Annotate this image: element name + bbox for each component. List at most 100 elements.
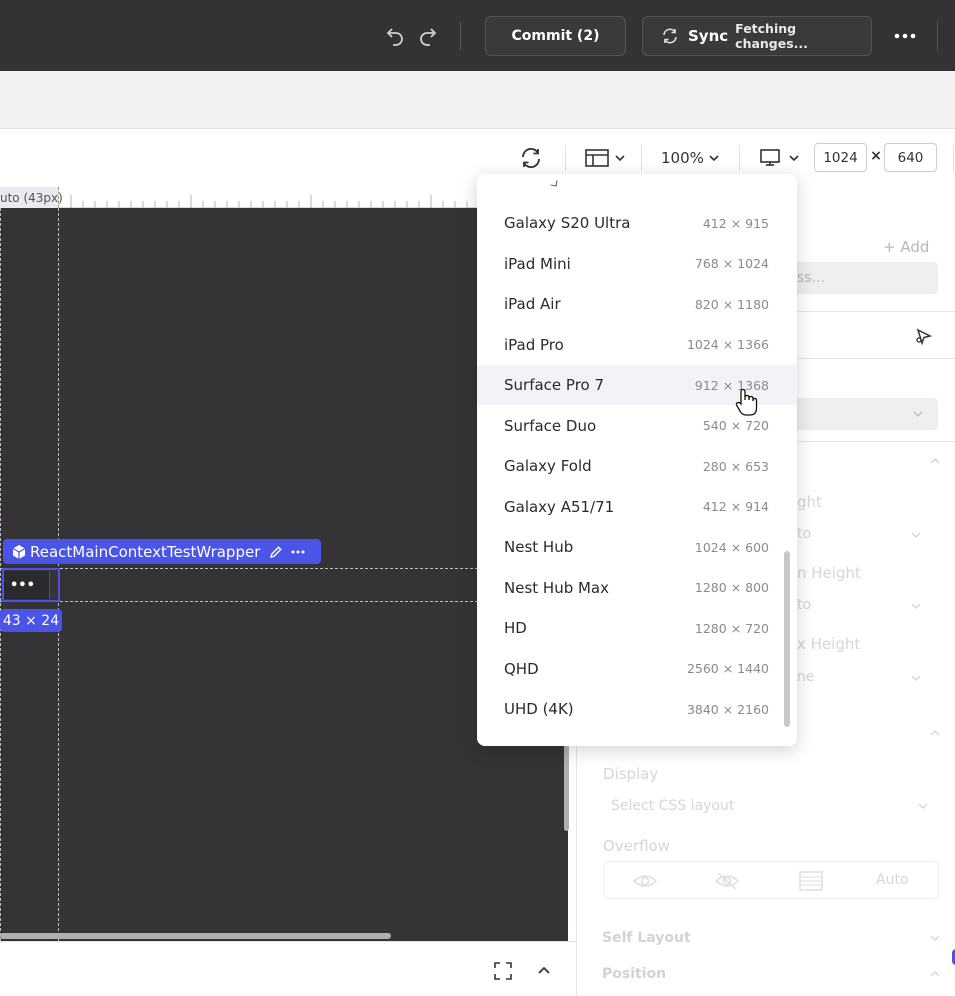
horizontal-scrollbar[interactable] — [0, 933, 391, 939]
top-bar: Commit (2) Sync Fetching changes... — [0, 0, 955, 71]
device-option[interactable]: Galaxy S20 Ultra 412 × 915 — [477, 203, 797, 243]
device-option[interactable]: QHD 2560 × 1440 — [477, 649, 797, 689]
size-badge: 43 × 24 — [0, 609, 62, 632]
device-option[interactable]: HD 1280 × 720 — [477, 608, 797, 648]
eye-off-icon[interactable] — [714, 871, 740, 891]
device-option[interactable]: Nest Hub 1024 × 600 — [477, 527, 797, 567]
divider — [937, 21, 938, 51]
commit-button[interactable]: Commit (2) — [485, 16, 626, 56]
refresh-icon[interactable] — [519, 146, 543, 170]
divider — [565, 145, 566, 171]
device-option-name: iPad Air — [504, 295, 561, 313]
self-layout-label[interactable]: Self Layout — [602, 930, 691, 946]
device-option[interactable]: Galaxy A51/71 412 × 914 — [477, 487, 797, 527]
overflow-segmented: Auto — [603, 861, 939, 899]
component-label: ReactMainContextTestWrapper — [30, 542, 261, 561]
sync-status: Fetching changes... — [735, 21, 808, 51]
device-option-name: iPad Mini — [504, 254, 571, 273]
times-symbol: × — [870, 148, 882, 164]
canvas-bottom-bar — [0, 941, 576, 996]
height-input[interactable]: 640 — [884, 143, 937, 172]
divider — [739, 145, 740, 171]
divider — [460, 21, 461, 51]
device-option-size: 540 × 720 — [702, 418, 769, 433]
selected-element[interactable]: ••• — [2, 568, 60, 602]
zoom-dropdown[interactable]: 100% — [661, 147, 721, 169]
device-option-size: 412 × 914 — [702, 499, 769, 514]
device-option-size: 280 × 653 — [702, 458, 769, 474]
device-option-name: HD — [504, 619, 527, 637]
undo-icon[interactable] — [383, 24, 407, 48]
scroll-icon[interactable] — [798, 870, 824, 892]
chevron-down-icon — [709, 155, 719, 162]
cut-off-item — [477, 174, 797, 190]
device-option-size: 1024 × 1366 — [686, 337, 769, 352]
width-input[interactable]: 1024 — [814, 143, 867, 172]
chevron-down-icon — [911, 603, 921, 609]
device-option-name: Surface Pro 7 — [504, 376, 605, 394]
device-option[interactable]: Galaxy Fold 280 × 653 — [477, 446, 797, 486]
search-placeholder: ss... — [797, 270, 825, 286]
height-value: to — [797, 526, 812, 542]
device-option-name: Nest Hub Max — [504, 578, 609, 597]
chevron-down-icon — [911, 675, 921, 681]
height-label: ght — [797, 493, 822, 511]
chevron-down-icon — [913, 411, 923, 417]
device-preset-dropdown: Galaxy S20 Ultra 412 × 915 iPad Mini 768 × … — [477, 174, 797, 746]
device-option-size: 768 × 1024 — [694, 256, 769, 271]
hand-cursor-icon — [735, 388, 758, 416]
chevron-down-icon — [911, 532, 921, 538]
component-label-tag[interactable]: ReactMainContextTestWrapper — [3, 539, 321, 564]
device-option-size: 2560 × 1440 — [686, 661, 769, 676]
position-label[interactable]: Position — [602, 966, 666, 982]
edit-icon[interactable] — [269, 545, 283, 559]
chevron-down-icon — [918, 803, 928, 809]
overflow-auto[interactable]: Auto — [876, 872, 909, 888]
device-option[interactable]: iPad Pro 1024 × 1366 — [477, 325, 797, 365]
eye-icon[interactable] — [632, 872, 658, 890]
device-option-name: iPad Pro — [504, 335, 564, 354]
layout-dropdown[interactable] — [585, 148, 627, 168]
device-option[interactable]: Nest Hub Max 1280 × 800 — [477, 568, 797, 608]
add-class-button[interactable]: + Add — [883, 238, 929, 256]
device-option-size: 3840 × 2160 — [686, 701, 769, 717]
max-height-value: ne — [797, 669, 815, 685]
device-option-name: Galaxy A51/71 — [504, 497, 615, 516]
chevron-up-icon[interactable] — [929, 457, 941, 465]
layout-icon — [585, 149, 609, 167]
chevron-down-icon[interactable] — [929, 934, 941, 942]
device-option-name: Nest Hub — [504, 538, 574, 556]
sync-label: Sync — [688, 27, 729, 45]
fullscreen-icon[interactable] — [494, 962, 512, 980]
more-horizontal-icon[interactable] — [291, 550, 305, 554]
chevron-up-icon[interactable] — [929, 729, 941, 737]
device-option-name: Surface Duo — [504, 416, 597, 435]
device-option-size: 412 × 915 — [702, 215, 769, 231]
display-select[interactable]: Select CSS layout — [611, 798, 734, 814]
more-horizontal-icon[interactable] — [890, 24, 920, 48]
component-icon — [12, 544, 26, 559]
min-height-label: n Height — [797, 564, 861, 582]
device-option-size: 820 × 1180 — [694, 296, 769, 312]
monitor-icon — [760, 149, 780, 166]
display-label: Display — [603, 765, 659, 783]
device-option[interactable]: iPad Air 820 × 1180 — [477, 284, 797, 324]
device-dropdown[interactable] — [759, 148, 801, 168]
chevron-up-icon[interactable] — [929, 970, 941, 978]
chevron-up-icon[interactable] — [537, 965, 551, 975]
device-option[interactable]: UHD (4K) 3840 × 2160 — [477, 689, 797, 729]
redo-icon[interactable] — [416, 24, 440, 48]
max-height-label: x Height — [797, 635, 861, 653]
selector-icon[interactable] — [914, 327, 934, 347]
ruler-label: uto (43px) — [0, 191, 63, 205]
device-option-name: Galaxy Fold — [504, 457, 592, 475]
dropdown-scrollbar[interactable] — [784, 551, 790, 727]
device-option[interactable]: iPad Mini 768 × 1024 — [477, 244, 797, 284]
overflow-label: Overflow — [603, 837, 670, 855]
sync-icon — [661, 27, 679, 45]
zoom-label: 100% — [661, 149, 704, 167]
element-more-button[interactable]: ••• — [4, 571, 50, 599]
height-value: 640 — [897, 149, 924, 166]
divider — [641, 145, 642, 171]
sync-button[interactable]: Sync Fetching changes... — [642, 16, 872, 56]
